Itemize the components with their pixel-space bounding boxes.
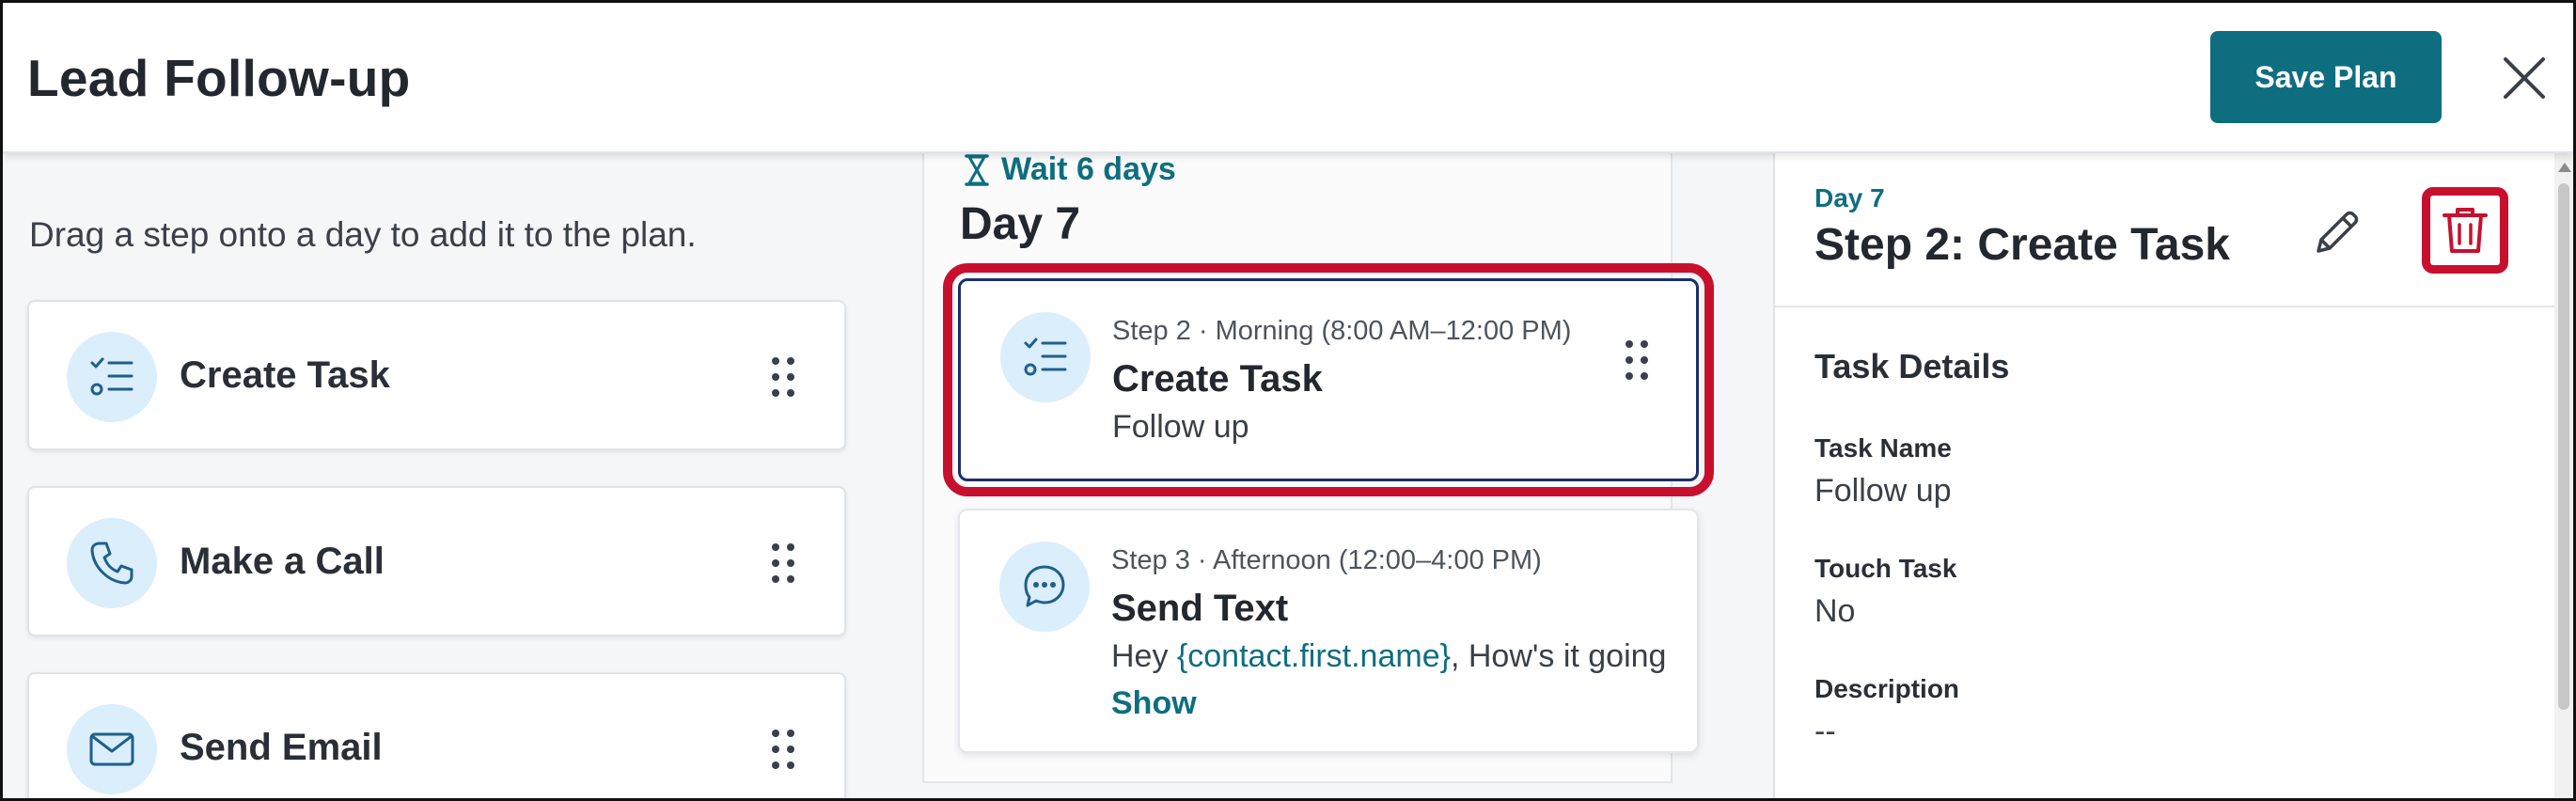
show-more-link[interactable]: Show — [1111, 685, 1197, 722]
palette-item-create-task[interactable]: Create Task — [27, 300, 846, 450]
header-bar: Lead Follow-up Save Plan — [3, 3, 2573, 153]
step-meta: Step 3 · Afternoon (12:00–4:00 PM) — [1111, 545, 1542, 575]
phone-icon — [67, 518, 157, 608]
palette-hint: Drag a step onto a day to add it to the … — [29, 215, 697, 254]
close-icon[interactable] — [2498, 52, 2551, 104]
step-meta: Step 2 · Morning (8:00 AM–12:00 PM) — [1112, 316, 1572, 346]
palette-item-make-a-call[interactable]: Make a Call — [27, 486, 846, 636]
step-palette: Drag a step onto a day to add it to the … — [3, 153, 877, 798]
field-label: Task Name — [1814, 433, 1952, 463]
details-header: Day 7 Step 2: Create Task — [1775, 153, 2573, 307]
wait-label: Wait 6 days — [1001, 151, 1176, 187]
field-label: Description — [1814, 674, 1960, 703]
task-list-icon — [1000, 312, 1091, 402]
trash-icon — [2442, 208, 2488, 253]
drag-handle-icon[interactable] — [771, 356, 795, 398]
page-title: Lead Follow-up — [27, 49, 411, 107]
chat-bubble-icon — [999, 542, 1090, 632]
drag-handle-icon[interactable] — [771, 542, 795, 584]
pencil-icon[interactable] — [2307, 202, 2367, 262]
scroll-up-arrow-icon[interactable] — [2558, 163, 2571, 172]
step-details-panel: Day 7 Step 2: Create Task Task Details T… — [1773, 153, 2573, 798]
merge-field-token: {contact.first.name} — [1176, 638, 1451, 674]
step-title: Send Text — [1111, 588, 1289, 629]
step-subtitle: Follow up — [1112, 409, 1249, 445]
task-list-icon — [67, 332, 157, 422]
scroll-thumb[interactable] — [2558, 183, 2569, 710]
envelope-icon — [67, 704, 157, 794]
palette-item-label: Make a Call — [180, 541, 385, 582]
drag-handle-icon[interactable] — [771, 729, 795, 770]
delete-step-button[interactable] — [2422, 187, 2508, 274]
field-value: No — [1814, 593, 1856, 629]
plan-step-card[interactable]: Step 3 · Afternoon (12:00–4:00 PM) Send … — [958, 509, 1699, 753]
wait-indicator: Wait 6 days — [964, 151, 1176, 188]
palette-item-label: Send Email — [180, 727, 383, 768]
plan-timeline: Wait 6 days Day 7 Step 2 · Morning (8:00… — [877, 151, 1773, 798]
message-preview: Hey {contact.first.name}, How's it going — [1111, 638, 1666, 675]
save-plan-button[interactable]: Save Plan — [2210, 31, 2442, 123]
details-title: Step 2: Create Task — [1814, 220, 2230, 270]
details-scrollbar[interactable] — [2554, 153, 2573, 798]
field-value: Follow up — [1814, 473, 1952, 509]
field-value: -- — [1814, 714, 1836, 749]
message-prefix: Hey — [1111, 638, 1177, 674]
section-title: Task Details — [1814, 347, 2010, 385]
message-suffix: , How's it going — [1450, 638, 1667, 674]
palette-item-label: Create Task — [180, 354, 390, 396]
field-label: Touch Task — [1814, 554, 1957, 583]
step-title: Create Task — [1112, 358, 1323, 400]
plan-step-card-selected[interactable]: Step 2 · Morning (8:00 AM–12:00 PM) Crea… — [943, 263, 1714, 496]
details-day: Day 7 — [1814, 183, 1885, 212]
hourglass-icon — [965, 153, 989, 186]
day-heading: Day 7 — [960, 199, 1081, 249]
drag-handle-icon[interactable] — [1625, 339, 1649, 381]
palette-item-send-email[interactable]: Send Email — [27, 672, 846, 798]
app-window: Lead Follow-up Save Plan Drag a step ont… — [0, 0, 2576, 801]
